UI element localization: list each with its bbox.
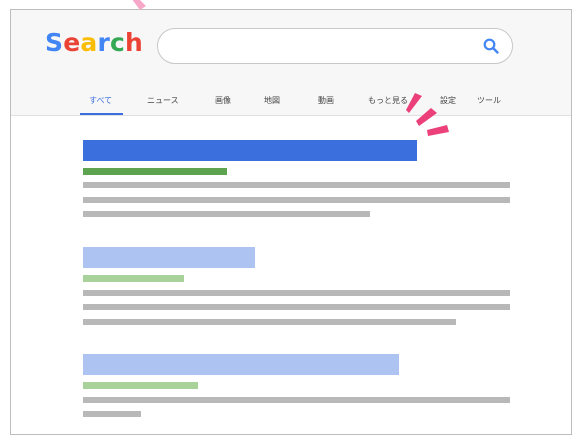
result-url <box>83 382 198 389</box>
tab-news[interactable]: ニュース <box>147 96 179 106</box>
result-snippet-line <box>83 182 510 188</box>
result-url <box>83 168 227 175</box>
search-result-3 <box>83 354 512 424</box>
result-snippet-line <box>83 197 510 203</box>
result-title[interactable] <box>83 140 417 161</box>
search-result-1 <box>83 140 512 220</box>
search-result-2 <box>83 247 512 327</box>
tab-images[interactable]: 画像 <box>215 96 231 106</box>
result-title[interactable] <box>83 354 399 375</box>
result-url <box>83 275 184 282</box>
tab-more[interactable]: もっと見る <box>368 96 408 106</box>
result-snippet-line <box>83 304 510 310</box>
search-icon[interactable] <box>482 37 500 55</box>
result-snippet-line <box>83 211 370 217</box>
logo-letter: S <box>45 28 64 57</box>
browser-frame: Search すべて ニュース 画像 地図 動画 もっと見る 設定 ツール <box>10 9 572 435</box>
search-bar[interactable] <box>157 28 513 64</box>
search-input[interactable] <box>174 36 468 58</box>
logo-letter: r <box>97 28 110 57</box>
tab-settings[interactable]: 設定 <box>440 96 456 106</box>
search-tabs: すべて ニュース 画像 地図 動画 もっと見る 設定 ツール <box>11 78 571 116</box>
result-title[interactable] <box>83 247 255 268</box>
tab-maps[interactable]: 地図 <box>264 96 280 106</box>
tab-videos[interactable]: 動画 <box>318 96 334 106</box>
logo-letter: e <box>63 28 81 57</box>
active-tab-indicator <box>80 113 123 115</box>
logo-letter: c <box>109 28 126 57</box>
result-snippet-line <box>83 397 510 403</box>
tab-tools[interactable]: ツール <box>477 96 501 106</box>
result-snippet-line <box>83 411 141 417</box>
logo-letter: a <box>80 28 98 57</box>
result-snippet-line <box>83 319 456 325</box>
search-logo[interactable]: Search <box>45 30 143 55</box>
search-header: Search <box>11 10 571 78</box>
result-snippet-line <box>83 290 510 296</box>
tab-all[interactable]: すべて <box>89 96 112 106</box>
logo-letter: h <box>125 28 144 57</box>
